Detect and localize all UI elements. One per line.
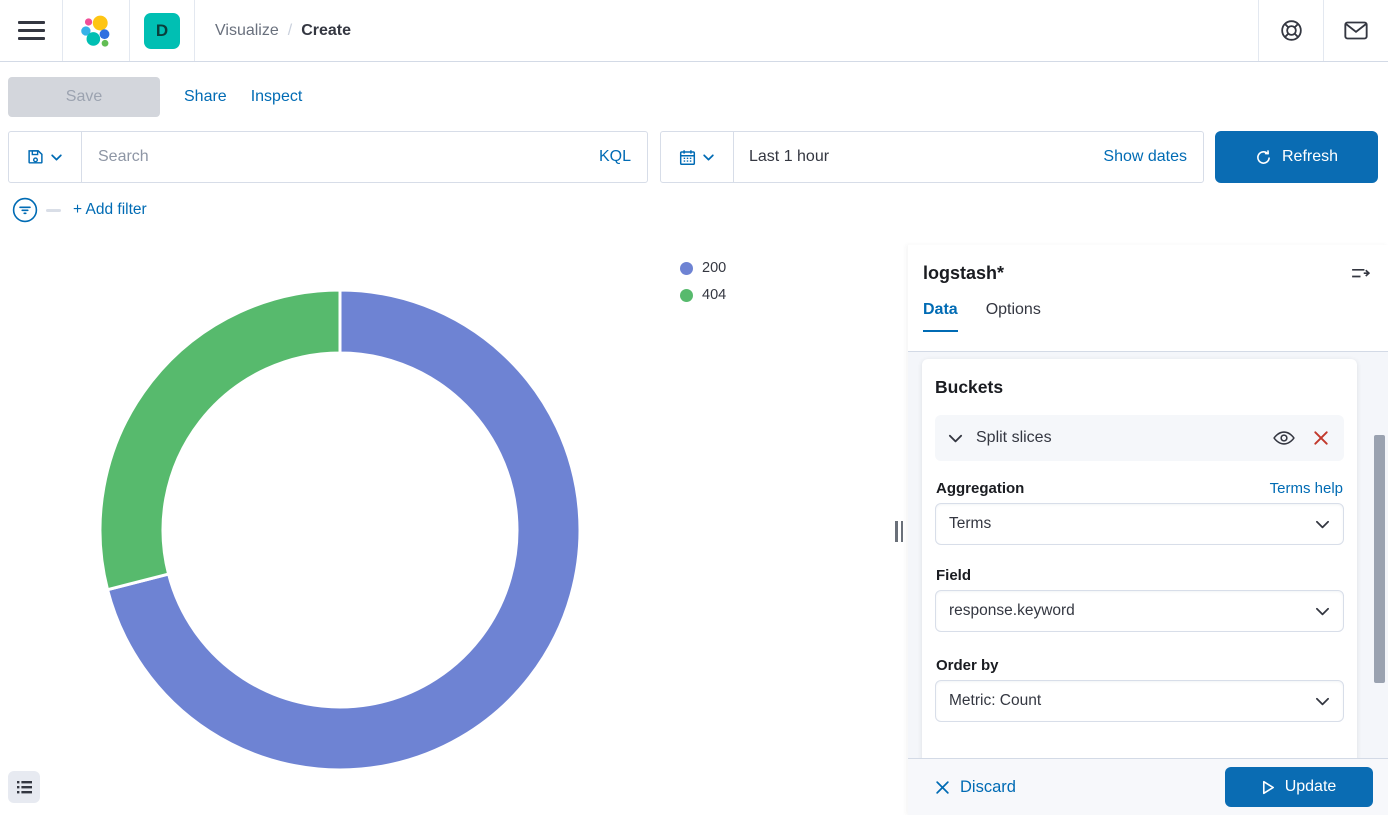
pie-slice-404[interactable] (100, 290, 340, 590)
newsfeed-button[interactable] (1324, 0, 1388, 61)
breadcrumb-create: Create (301, 22, 351, 40)
help-life-ring-icon (1280, 19, 1303, 42)
space-selector[interactable]: D (130, 0, 194, 61)
legend-item-200[interactable]: 200 (680, 260, 726, 276)
donut-chart (0, 245, 890, 815)
editor-panel-header: logstash* Data Options (908, 245, 1388, 352)
update-button-label: Update (1285, 778, 1337, 796)
toggle-visibility-button[interactable] (1271, 428, 1297, 448)
topbar-right-actions (1258, 0, 1388, 61)
time-range-value[interactable]: Last 1 hour (734, 148, 829, 166)
legend-label-200[interactable]: 200 (702, 260, 726, 276)
chevron-down-icon (702, 151, 715, 164)
breadcrumb-visualize[interactable]: Visualize (215, 22, 279, 40)
breadcrumb-separator: / (288, 22, 292, 40)
mail-icon (1344, 21, 1368, 40)
editor-panel-body: Buckets Split slices (908, 352, 1388, 758)
add-filter-link[interactable]: + Add filter (73, 201, 147, 219)
refresh-button-label: Refresh (1282, 148, 1338, 166)
chevron-down-icon (1315, 517, 1330, 532)
tab-options[interactable]: Options (986, 301, 1041, 332)
list-icon (16, 780, 33, 795)
field-value: response.keyword (949, 602, 1075, 620)
editor-tabs: Data Options (923, 301, 1372, 332)
terms-help-link[interactable]: Terms help (1270, 480, 1343, 497)
order-by-label: Order by (936, 657, 999, 674)
legend-item-404[interactable]: 404 (680, 287, 726, 303)
legend-dot-404 (680, 289, 693, 302)
refresh-icon (1255, 149, 1272, 166)
chevron-down-icon (1315, 604, 1330, 619)
breadcrumb: Visualize / Create (195, 22, 351, 40)
calendar-icon (679, 149, 696, 166)
aggregation-value: Terms (949, 515, 991, 533)
elastic-logo-icon (79, 14, 113, 48)
legend-dot-200 (680, 262, 693, 275)
order-by-value: Metric: Count (949, 692, 1041, 710)
eye-icon (1273, 430, 1295, 446)
elastic-logo[interactable] (63, 0, 129, 61)
field-select[interactable]: response.keyword (935, 590, 1344, 632)
collapse-panel-button[interactable] (1349, 263, 1372, 284)
refresh-button[interactable]: Refresh (1215, 131, 1378, 183)
panel-scrollbar-thumb[interactable] (1374, 435, 1385, 683)
buckets-card: Buckets Split slices (922, 359, 1357, 758)
field-label: Field (936, 567, 971, 584)
search-bar: KQL (8, 131, 648, 183)
remove-x-icon (1313, 430, 1329, 446)
remove-bucket-button[interactable] (1311, 428, 1331, 448)
save-button[interactable]: Save (8, 77, 160, 117)
space-badge[interactable]: D (144, 13, 180, 49)
kql-language-button[interactable]: KQL (583, 148, 647, 166)
chevron-down-icon (1315, 694, 1330, 709)
panel-resize-handle[interactable] (893, 519, 905, 543)
discard-button[interactable]: Discard (935, 778, 1016, 797)
chevron-down-icon (50, 151, 63, 164)
date-picker-bar: Last 1 hour Show dates (660, 131, 1204, 183)
update-button[interactable]: Update (1225, 767, 1373, 807)
visualization-editor-panel: logstash* Data Options Buckets Split sli… (908, 245, 1388, 815)
filter-bar: + Add filter (12, 197, 147, 223)
buckets-title: Buckets (935, 377, 1344, 398)
split-slices-label[interactable]: Split slices (976, 429, 1052, 447)
legend-toggle-button[interactable] (8, 771, 40, 803)
chevron-down-icon[interactable] (948, 431, 963, 446)
editor-panel-footer: Discard Update (908, 758, 1388, 815)
split-slices-row[interactable]: Split slices (935, 415, 1344, 461)
top-navigation-bar: D Visualize / Create (0, 0, 1388, 62)
aggregation-label: Aggregation (936, 480, 1024, 497)
show-dates-link[interactable]: Show dates (1103, 148, 1203, 166)
menu-hamburger-button[interactable] (0, 0, 62, 61)
menu-right-icon (1351, 265, 1370, 282)
close-x-icon (935, 780, 950, 795)
discard-button-label: Discard (960, 778, 1016, 797)
search-input[interactable] (82, 148, 583, 166)
visualization-canvas: 200 404 (0, 245, 890, 815)
filter-bar-dash (46, 209, 61, 212)
aggregation-select[interactable]: Terms (935, 503, 1344, 545)
date-quick-select-button[interactable] (661, 132, 734, 182)
saved-query-menu-button[interactable] (9, 132, 82, 182)
play-icon (1262, 780, 1275, 795)
visualize-action-bar: Save Share Inspect (8, 77, 302, 117)
share-button[interactable]: Share (184, 88, 227, 106)
index-pattern-title: logstash* (923, 263, 1004, 284)
filter-icon[interactable] (12, 197, 38, 223)
help-button[interactable] (1259, 0, 1323, 61)
chart-legend: 200 404 (680, 260, 726, 303)
order-by-select[interactable]: Metric: Count (935, 680, 1344, 722)
save-query-icon (27, 149, 44, 166)
tab-data[interactable]: Data (923, 301, 958, 332)
inspect-button[interactable]: Inspect (251, 88, 303, 106)
legend-label-404[interactable]: 404 (702, 287, 726, 303)
